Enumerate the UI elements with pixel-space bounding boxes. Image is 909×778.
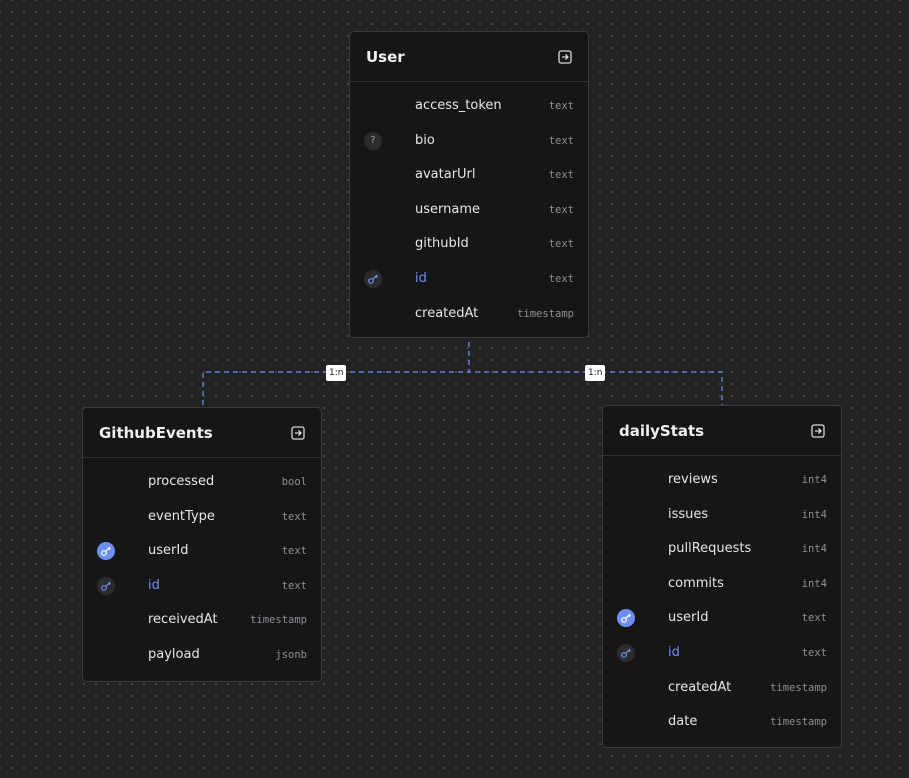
field-type: text xyxy=(801,612,827,625)
field-name: eventType xyxy=(148,508,215,524)
field-row[interactable]: commits int4 xyxy=(603,567,841,602)
primary-key-icon xyxy=(617,643,635,662)
open-table-icon[interactable] xyxy=(558,49,572,64)
open-table-icon[interactable] xyxy=(811,423,825,438)
table-title: dailyStats xyxy=(619,421,705,440)
field-row[interactable]: id text xyxy=(603,636,841,671)
field-name: bio xyxy=(415,132,435,148)
field-row[interactable]: payload jsonb xyxy=(83,638,321,673)
field-name: access_token xyxy=(415,98,502,113)
field-row[interactable]: createdAt timestamp xyxy=(603,671,841,706)
field-type: timestamp xyxy=(250,614,307,627)
foreign-key-icon xyxy=(617,609,635,628)
field-row[interactable]: access_token text xyxy=(350,89,588,124)
field-type: text xyxy=(548,272,574,285)
field-type: text xyxy=(548,134,574,147)
table-dailystats[interactable]: dailyStats reviews int4 issues int4 pull… xyxy=(602,405,842,748)
field-name: githubId xyxy=(415,236,469,252)
table-githubevents[interactable]: GithubEvents processed bool eventType te… xyxy=(82,407,322,682)
field-name: issues xyxy=(668,506,709,522)
table-header: User xyxy=(350,32,588,82)
field-type: int4 xyxy=(801,543,827,556)
field-type: text xyxy=(548,100,574,112)
field-row[interactable]: pullRequests int4 xyxy=(603,532,841,567)
field-name: createdAt xyxy=(415,305,479,321)
field-row[interactable]: eventType text xyxy=(83,500,321,535)
field-row[interactable]: processed bool xyxy=(83,465,321,500)
field-name: receivedAt xyxy=(148,612,218,628)
primary-key-icon xyxy=(97,576,115,595)
field-row[interactable]: avatarUrl text xyxy=(350,158,588,193)
field-row[interactable]: userId text xyxy=(603,601,841,636)
field-name: userId xyxy=(148,543,189,559)
field-row[interactable]: githubId text xyxy=(350,227,588,262)
field-name: userId xyxy=(668,610,709,626)
field-name: id xyxy=(148,577,160,593)
field-name: username xyxy=(415,201,480,217)
field-name: payload xyxy=(148,646,200,662)
table-title: User xyxy=(366,47,405,66)
table-title: GithubEvents xyxy=(99,423,213,442)
field-row[interactable]: ? bio text xyxy=(350,124,588,159)
field-name: avatarUrl xyxy=(415,167,476,183)
table-user[interactable]: User access_token text ? bio text avatar… xyxy=(349,31,589,338)
field-row[interactable]: reviews int4 xyxy=(603,463,841,498)
field-name: pullRequests xyxy=(668,541,752,557)
field-row[interactable]: issues int4 xyxy=(603,498,841,533)
field-type: text xyxy=(548,203,574,216)
field-row[interactable]: receivedAt timestamp xyxy=(83,603,321,638)
relation-label-dailystats: 1:n xyxy=(585,365,606,381)
field-type: timestamp xyxy=(770,681,827,694)
field-name: id xyxy=(668,644,680,660)
field-name: createdAt xyxy=(668,679,732,695)
open-table-icon[interactable] xyxy=(291,425,305,440)
field-type: text xyxy=(281,579,307,592)
field-row[interactable]: username text xyxy=(350,193,588,228)
field-type: text xyxy=(548,238,574,251)
field-type: jsonb xyxy=(275,648,307,661)
field-name: id xyxy=(415,270,427,286)
field-row[interactable]: id text xyxy=(350,262,588,297)
field-type: int4 xyxy=(801,577,827,590)
field-name: date xyxy=(668,714,698,730)
field-name: processed xyxy=(148,474,215,489)
field-row[interactable]: userId text xyxy=(83,534,321,569)
relation-label-githubevents: 1:n xyxy=(326,365,347,381)
field-type: int4 xyxy=(801,508,827,521)
field-type: timestamp xyxy=(517,307,574,320)
field-type: text xyxy=(281,545,307,558)
nullable-badge: ? xyxy=(364,131,382,150)
field-type: int4 xyxy=(801,474,827,486)
field-type: text xyxy=(281,510,307,523)
field-name: commits xyxy=(668,575,724,591)
field-row[interactable]: date timestamp xyxy=(603,705,841,740)
table-header: dailyStats xyxy=(603,406,841,456)
field-row[interactable]: id text xyxy=(83,569,321,604)
table-header: GithubEvents xyxy=(83,408,321,458)
field-type: bool xyxy=(281,476,307,488)
primary-key-icon xyxy=(364,269,382,288)
field-type: text xyxy=(548,169,574,182)
field-name: reviews xyxy=(668,472,718,487)
foreign-key-icon xyxy=(97,542,115,561)
field-row[interactable]: createdAt timestamp xyxy=(350,297,588,332)
field-type: text xyxy=(801,646,827,659)
field-type: timestamp xyxy=(770,716,827,729)
